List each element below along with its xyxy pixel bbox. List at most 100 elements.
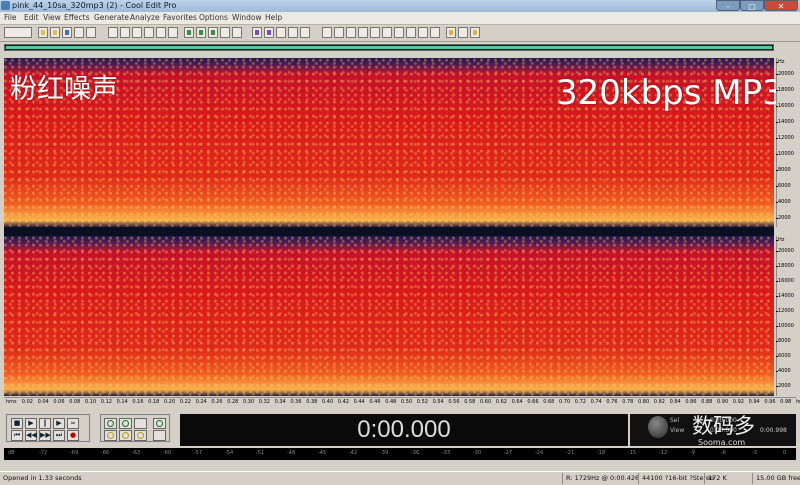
pause-button[interactable]: ‖ (39, 418, 51, 429)
menu-window[interactable]: Window (232, 12, 262, 24)
zoom-selection-button[interactable] (104, 430, 117, 441)
tone-button[interactable] (418, 27, 428, 38)
level-tick: -54 (225, 450, 234, 456)
stretch-button[interactable] (346, 27, 356, 38)
time-tick: 0.50 (401, 399, 413, 405)
menu-edit[interactable]: Edit (24, 12, 39, 24)
favorites-button[interactable] (446, 27, 456, 38)
mix-paste-button[interactable] (156, 27, 166, 38)
trim-button[interactable] (168, 27, 178, 38)
spectral-toggle-button[interactable] (264, 27, 274, 38)
time-tick: 0.56 (448, 399, 460, 405)
undo-button[interactable] (184, 27, 194, 38)
repeat-button[interactable] (208, 27, 218, 38)
play-button[interactable]: ▶ (25, 418, 37, 429)
play-to-end-button[interactable]: ▶ (53, 418, 65, 429)
zoom-vertical-in-button[interactable] (153, 418, 166, 429)
time-tick: 0.86 (685, 399, 697, 405)
cut-button[interactable] (108, 27, 118, 38)
loop-button[interactable]: ∞ (67, 418, 79, 429)
fast-forward-button[interactable]: ▶▶ (39, 430, 51, 441)
spectrogram-right-channel[interactable] (4, 236, 774, 396)
zoom-controls (100, 414, 170, 442)
spectral-view-button[interactable] (232, 27, 242, 38)
time-tick: 0.70 (559, 399, 571, 405)
save-as-button[interactable] (74, 27, 84, 38)
menu-options[interactable]: Options (199, 12, 228, 24)
tool-button-c[interactable] (300, 27, 310, 38)
level-tick: 0 (783, 450, 787, 456)
stop-button[interactable]: ■ (11, 418, 23, 429)
menu-file[interactable]: File (4, 12, 17, 24)
close-button[interactable]: ✕ (764, 0, 798, 11)
status-divider (562, 473, 563, 484)
filter-button[interactable] (358, 27, 368, 38)
normalize-button[interactable] (430, 27, 440, 38)
time-ruler[interactable]: hms 0.02 0.04 0.06 0.08 0.10 0.12 0.14 0.16 0.18 0… (4, 397, 800, 408)
level-tick: -33 (442, 450, 451, 456)
zoom-in-button[interactable] (104, 418, 117, 429)
status-cursor: R: 1729Hz @ 0:00.426 (566, 474, 640, 482)
close-file-button[interactable] (86, 27, 96, 38)
menu-favorites[interactable]: Favorites (163, 12, 197, 24)
copy-button[interactable] (120, 27, 130, 38)
reverse-button[interactable] (370, 27, 380, 38)
paste-button[interactable] (132, 27, 142, 38)
view-end[interactable]: 0:00.998 (760, 427, 787, 434)
ruler-tick: 18000 (776, 87, 794, 93)
invert-button[interactable] (382, 27, 392, 38)
zoom-vertical-out-button[interactable] (153, 430, 166, 441)
disk-icon (65, 30, 69, 35)
ruler-tick: 14000 (776, 119, 794, 125)
settings-button[interactable] (220, 27, 230, 38)
silence-button[interactable] (394, 27, 404, 38)
overview-bar[interactable] (4, 44, 774, 51)
level-tick: -3 (752, 450, 757, 456)
zoom-right-button[interactable] (134, 430, 147, 441)
menu-view[interactable]: View (43, 12, 61, 24)
time-tick: 0.88 (701, 399, 713, 405)
magnifier-icon (122, 420, 129, 427)
level-tick: -45 (318, 450, 327, 456)
time-tick: 0.38 (306, 399, 318, 405)
zoom-left-button[interactable] (119, 430, 132, 441)
minimize-button[interactable]: – (716, 0, 740, 11)
menu-effects[interactable]: Effects (64, 12, 90, 24)
open-file-button[interactable] (50, 27, 60, 38)
time-tick: 0.58 (464, 399, 476, 405)
channel-divider (4, 227, 774, 236)
time-tick: 0.14 (116, 399, 128, 405)
menu-generate[interactable]: Generate (94, 12, 129, 24)
menu-analyze[interactable]: Analyze (130, 12, 160, 24)
menu-help[interactable]: Help (265, 12, 282, 24)
noise-button[interactable] (406, 27, 416, 38)
help-button[interactable] (470, 27, 480, 38)
zoom-full-button[interactable] (134, 418, 147, 429)
time-tick: 0.66 (527, 399, 539, 405)
tool-button-a[interactable] (276, 27, 286, 38)
envelope-button[interactable] (334, 27, 344, 38)
rewind-button[interactable]: ◀◀ (25, 430, 37, 441)
tools-button[interactable] (458, 27, 468, 38)
maximize-button[interactable]: □ (740, 0, 764, 11)
go-to-end-button[interactable]: ⏭ (53, 430, 65, 441)
multitrack-toggle-button[interactable] (4, 27, 32, 38)
level-tick: -72 (39, 450, 48, 456)
redo-button[interactable] (196, 27, 206, 38)
status-divider (752, 473, 753, 484)
ruler-tick: 20000 (776, 71, 794, 77)
folder-icon (53, 30, 57, 35)
go-to-start-button[interactable]: ⏮ (11, 430, 23, 441)
new-file-button[interactable] (38, 27, 48, 38)
time-tick: 0.42 (337, 399, 349, 405)
record-button[interactable]: ● (67, 430, 79, 441)
magnifier-icon (107, 432, 114, 439)
save-button[interactable] (62, 27, 72, 38)
paste-new-button[interactable] (144, 27, 154, 38)
tool-button-b[interactable] (288, 27, 298, 38)
time-tick: hms (796, 399, 800, 405)
zoom-out-button[interactable] (119, 418, 132, 429)
time-tick: 0.40 (322, 399, 334, 405)
amplify-button[interactable] (322, 27, 332, 38)
waveform-view-button[interactable] (252, 27, 262, 38)
